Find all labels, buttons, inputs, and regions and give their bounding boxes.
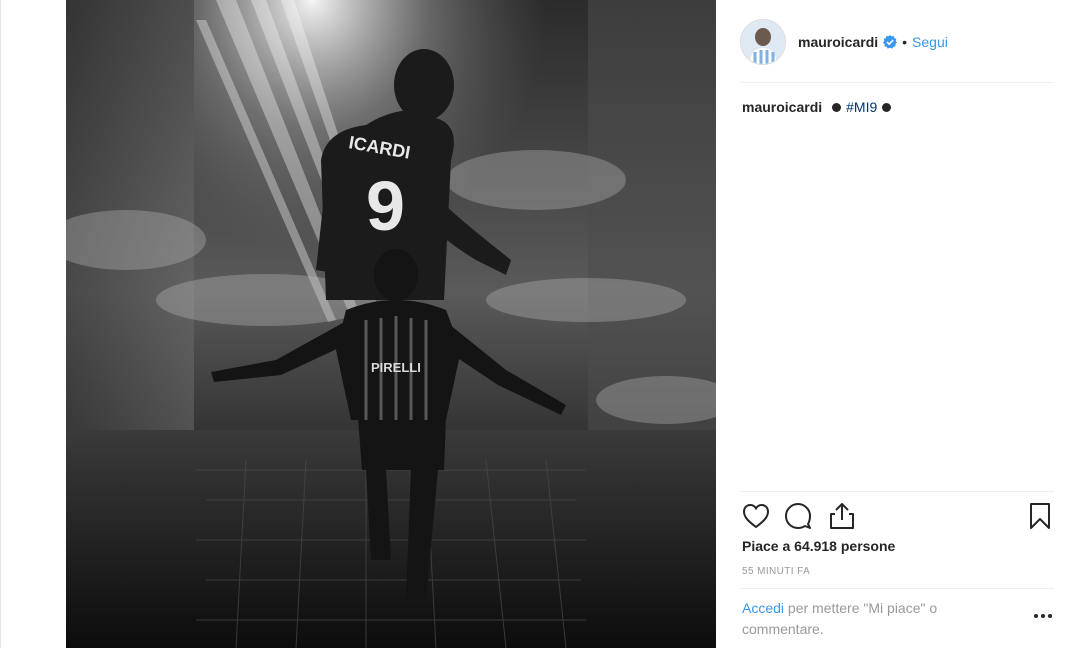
- login-link[interactable]: Accedi: [742, 600, 784, 616]
- heart-icon: [742, 503, 770, 529]
- share-button[interactable]: [826, 500, 858, 532]
- action-bar: [740, 500, 1054, 532]
- caption: mauroicardi #MI9: [742, 97, 896, 117]
- caption-username[interactable]: mauroicardi: [742, 97, 822, 117]
- black-circle-emoji: [832, 102, 842, 112]
- bookmark-icon: [1030, 503, 1050, 529]
- avatar[interactable]: [740, 19, 786, 65]
- verified-badge-icon: [883, 35, 898, 49]
- header-divider: [740, 82, 1054, 83]
- post-header: mauroicardi • Segui: [740, 16, 1054, 68]
- hashtag-link[interactable]: #MI9: [846, 97, 877, 117]
- login-prompt: Accedi per mettere "Mi piace" o commenta…: [742, 598, 982, 640]
- share-icon: [830, 503, 854, 529]
- comment-divider: [740, 588, 1054, 589]
- post-timestamp: 55 MINUTI FA: [742, 566, 811, 577]
- actions-divider: [740, 491, 1054, 492]
- like-button[interactable]: [740, 500, 772, 532]
- more-options-button[interactable]: [1028, 606, 1058, 626]
- post-image[interactable]: 9 ICARDI PIRELLI: [66, 0, 716, 648]
- comment-icon: [785, 503, 811, 529]
- black-circle-emoji: [882, 102, 892, 112]
- likes-count[interactable]: Piace a 64.918 persone: [742, 538, 895, 554]
- post-panel: mauroicardi • Segui mauroicardi #MI9 Pia…: [716, 0, 1080, 648]
- shirt-sponsor: PIRELLI: [371, 360, 421, 375]
- follow-button[interactable]: Segui: [912, 34, 948, 50]
- comment-button[interactable]: [782, 500, 814, 532]
- jersey-number: 9: [366, 167, 405, 245]
- more-options-icon: [1034, 614, 1052, 618]
- separator-dot: •: [902, 34, 908, 50]
- username-link[interactable]: mauroicardi: [798, 34, 878, 50]
- save-button[interactable]: [1024, 500, 1056, 532]
